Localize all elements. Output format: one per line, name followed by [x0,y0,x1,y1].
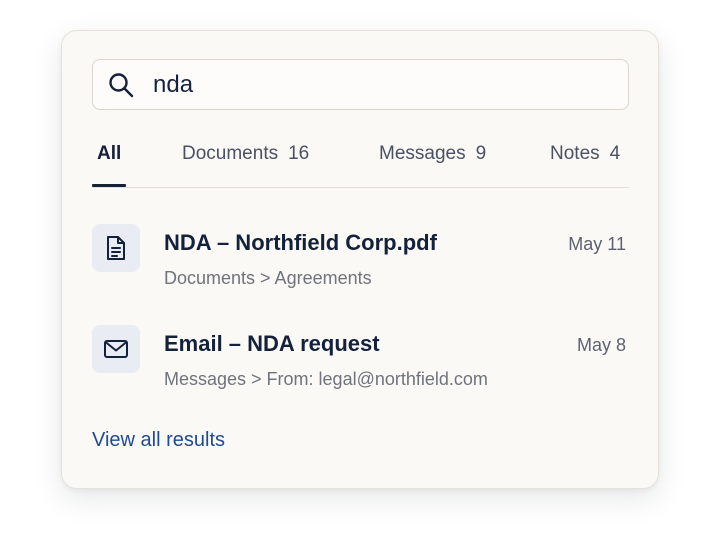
tab-documents[interactable]: Documents 16 [182,143,309,165]
tab-documents-count: 16 [288,143,310,164]
tab-messages[interactable]: Messages 9 [379,143,486,165]
result-item-document[interactable]: NDA – Northfield Corp.pdf Documents > Ag… [92,224,629,304]
mail-icon [104,340,128,358]
tab-documents-label: Documents [182,143,279,164]
result-date: May 11 [568,234,626,254]
view-all-results-link[interactable]: View all results [92,429,225,452]
search-input[interactable] [153,66,613,103]
tab-messages-label: Messages [379,143,466,164]
result-path: Documents > Agreements [164,268,372,288]
tab-all-label: All [97,143,122,164]
tab-all[interactable]: All [97,143,121,165]
result-title: Email – NDA request [164,331,380,356]
search-icon [109,73,134,98]
result-icon-tile [92,224,140,272]
tab-notes-count: 4 [609,143,621,164]
document-icon [107,236,125,260]
result-item-email[interactable]: Email – NDA request Messages > From: leg… [92,325,629,405]
result-icon-tile [92,325,140,373]
tab-notes[interactable]: Notes 4 [550,143,620,165]
tab-messages-count: 9 [475,143,487,164]
filter-tabs: All Documents 16 Messages 9 Notes 4 [92,139,629,188]
tab-notes-label: Notes [550,143,600,164]
result-path: Messages > From: legal@northfield.com [164,369,488,389]
result-date: May 8 [576,335,626,355]
search-results-panel: All Documents 16 Messages 9 Notes 4 NDA – N… [61,30,659,489]
active-tab-indicator [92,184,126,187]
result-title: NDA – Northfield Corp.pdf [164,230,437,255]
search-box[interactable] [92,59,629,110]
